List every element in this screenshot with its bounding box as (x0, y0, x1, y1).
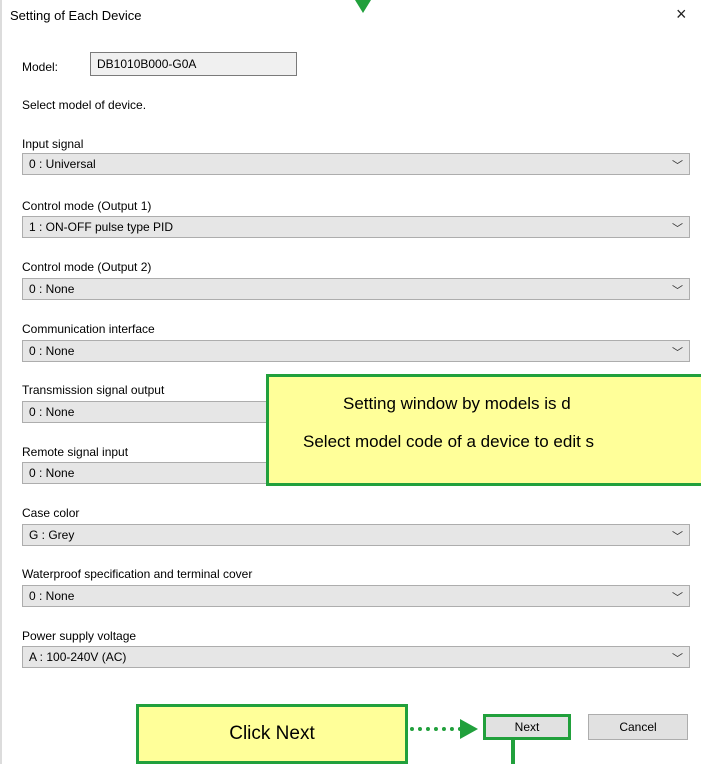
select-value: 1 : ON-OFF pulse type PID (29, 220, 174, 234)
select-value: A : 100-240V (AC) (29, 650, 127, 664)
power-supply-voltage-select[interactable]: A : 100-240V (AC) ﹀ (22, 646, 690, 668)
annotation-arrow-down-icon (355, 0, 371, 13)
control-mode-output2-select[interactable]: 0 : None ﹀ (22, 278, 690, 300)
model-code-field[interactable]: DB1010B000-G0A (90, 52, 297, 76)
window-title: Setting of Each Device (10, 8, 142, 23)
annotation-connector-line (511, 739, 515, 764)
waterproof-spec-select[interactable]: 0 : None ﹀ (22, 585, 690, 607)
select-value: 0 : None (29, 466, 75, 480)
chevron-down-icon: ﹀ (672, 653, 683, 665)
input-signal-label: Input signal (22, 137, 84, 151)
transmission-signal-output-label: Transmission signal output (22, 383, 165, 397)
click-next-callout: Click Next (136, 704, 408, 764)
control-mode-output2-label: Control mode (Output 2) (22, 260, 152, 274)
case-color-label: Case color (22, 506, 80, 520)
select-value: 0 : None (29, 589, 75, 603)
control-mode-output1-label: Control mode (Output 1) (22, 199, 152, 213)
control-mode-output1-select[interactable]: 1 : ON-OFF pulse type PID ﹀ (22, 216, 690, 238)
select-value: 0 : None (29, 282, 75, 296)
input-signal-select[interactable]: 0 : Universal ﹀ (22, 153, 690, 175)
power-supply-voltage-label: Power supply voltage (22, 629, 137, 643)
chevron-down-icon: ﹀ (672, 285, 683, 297)
dotted-connector (410, 727, 462, 731)
instruction-text: Select model of device. (22, 98, 147, 112)
communication-interface-select[interactable]: 0 : None ﹀ (22, 340, 690, 362)
communication-interface-label: Communication interface (22, 322, 155, 336)
info-callout-line1: Setting window by models is d (343, 394, 571, 413)
select-value: 0 : None (29, 405, 75, 419)
close-icon[interactable]: × (676, 4, 687, 25)
case-color-select[interactable]: G : Grey ﹀ (22, 524, 690, 546)
chevron-down-icon: ﹀ (672, 531, 683, 543)
next-button[interactable]: Next (483, 714, 571, 740)
chevron-down-icon: ﹀ (672, 223, 683, 235)
chevron-down-icon: ﹀ (672, 160, 683, 172)
select-value: 0 : None (29, 344, 75, 358)
remote-signal-input-label: Remote signal input (22, 445, 129, 459)
chevron-down-icon: ﹀ (672, 347, 683, 359)
arrow-right-icon (460, 719, 478, 739)
select-value: G : Grey (29, 528, 75, 542)
info-callout-line2: Select model code of a device to edit s (303, 432, 595, 451)
select-value: 0 : Universal (29, 157, 96, 171)
cancel-button[interactable]: Cancel (588, 714, 688, 740)
info-callout: Setting window by models is d Select mod… (266, 374, 701, 486)
model-label: Model: (22, 60, 59, 74)
chevron-down-icon: ﹀ (672, 592, 683, 604)
window-left-edge (0, 0, 2, 764)
waterproof-spec-label: Waterproof specification and terminal co… (22, 567, 253, 581)
